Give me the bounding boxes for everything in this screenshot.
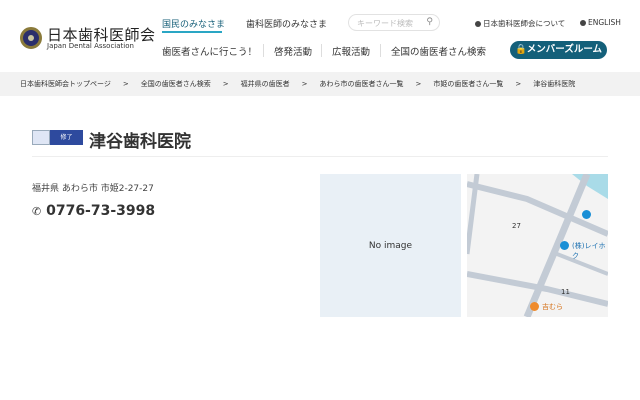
badge-label: 修了 xyxy=(50,130,83,145)
breadcrumb-sep: > xyxy=(122,80,129,88)
clinic-image-placeholder: No image xyxy=(320,174,461,317)
divider xyxy=(32,156,608,157)
clinic-phone[interactable]: ✆ 0776-73-3998 xyxy=(32,203,155,219)
about-link-label: 日本歯科医師会について xyxy=(483,19,566,28)
breadcrumb-sep: > xyxy=(222,80,229,88)
training-completed-badge: 修了 xyxy=(32,130,83,145)
map-poi-label[interactable]: 吉むら xyxy=(542,302,563,312)
arrow-circle-icon xyxy=(475,20,481,27)
nav-visit-dentist[interactable]: 歯医者さんに行こう！ xyxy=(162,44,257,58)
tab-dentists[interactable]: 歯科医師のみなさま xyxy=(246,17,327,30)
search-placeholder: キーワード検索 xyxy=(357,19,413,28)
clinic-name: 津谷歯科医院 xyxy=(89,132,191,152)
nav-divider xyxy=(263,44,264,57)
clinic-address: 福井県 あわら市 市姫2-27-27 xyxy=(32,184,154,194)
breadcrumb-item[interactable]: 全国の歯医者さん検索 xyxy=(141,79,211,89)
nav-divider xyxy=(321,44,322,57)
map-poi-icon[interactable] xyxy=(560,241,569,250)
about-link[interactable]: 日本歯科医師会について xyxy=(475,18,565,29)
breadcrumb-item[interactable]: 福井県の歯医者 xyxy=(241,79,290,89)
tab-citizens[interactable]: 国民のみなさま xyxy=(162,17,225,30)
english-link-label: ENGLISH xyxy=(588,18,621,27)
map-block-label: 11 xyxy=(561,288,570,296)
jda-logo-icon[interactable] xyxy=(20,27,42,49)
active-tab-indicator xyxy=(162,31,222,33)
map-block-label: 27 xyxy=(512,222,521,230)
map-restaurant-icon[interactable] xyxy=(530,302,539,311)
search-icon[interactable]: ⚲ xyxy=(426,17,433,27)
breadcrumb-sep: > xyxy=(301,80,308,88)
english-link[interactable]: ENGLISH xyxy=(580,18,621,27)
phone-number: 0776-73-3998 xyxy=(46,203,156,219)
map-poi-icon[interactable] xyxy=(582,210,591,219)
arrow-circle-icon xyxy=(580,19,586,26)
breadcrumb-current: 津谷歯科医院 xyxy=(533,80,576,88)
map-poi-label[interactable]: (株)レイホク xyxy=(572,241,608,261)
breadcrumb-item[interactable]: 市姫の歯医者さん一覧 xyxy=(433,79,503,89)
members-room-label: メンバーズルーム xyxy=(526,44,603,55)
search-input[interactable]: キーワード検索 ⚲ xyxy=(348,14,440,31)
nav-dentist-search[interactable]: 全国の歯医者さん検索 xyxy=(391,44,486,58)
breadcrumb-item[interactable]: あわら市の歯医者さん一覧 xyxy=(320,79,404,89)
breadcrumb-sep: > xyxy=(515,80,522,88)
phone-icon: ✆ xyxy=(32,205,42,218)
no-image-label: No image xyxy=(368,240,413,251)
members-room-button[interactable]: 🔒メンバーズルーム xyxy=(510,41,607,59)
lock-icon: 🔒 xyxy=(514,44,527,55)
breadcrumb-item[interactable]: 日本歯科医師会トップページ xyxy=(20,79,111,89)
breadcrumb-sep: > xyxy=(415,80,422,88)
clinic-map[interactable]: 27 11 (株)レイホク 吉むら xyxy=(467,174,608,317)
badge-emblem-icon xyxy=(32,130,50,145)
nav-awareness[interactable]: 啓発活動 xyxy=(274,44,312,58)
logo-subtext[interactable]: Japan Dental Association xyxy=(47,42,134,50)
nav-divider xyxy=(380,44,381,57)
breadcrumb: 日本歯科医師会トップページ > 全国の歯医者さん検索 > 福井県の歯医者 > あわら市… xyxy=(0,72,640,96)
nav-pr[interactable]: 広報活動 xyxy=(332,44,370,58)
